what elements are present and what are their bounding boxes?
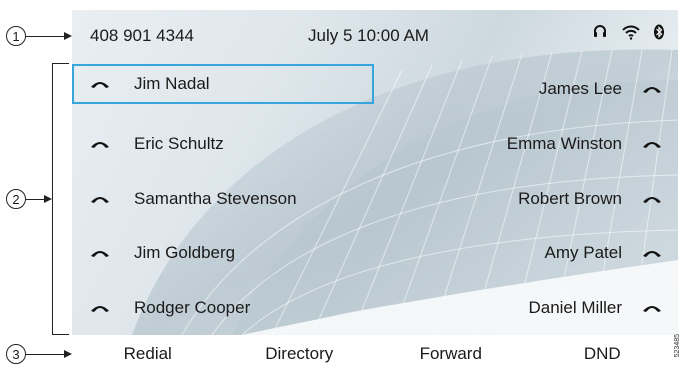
handset-icon: [91, 197, 109, 203]
handset-icon: [643, 197, 661, 203]
callout-number: 1: [6, 26, 26, 46]
line-label: Amy Patel: [544, 243, 622, 262]
handset-icon: [643, 87, 661, 93]
headset-icon: [592, 24, 608, 45]
handset-icon: [643, 142, 661, 148]
phone-screen: 408 901 4344 July 5 10:00 AM Jim Nadal E…: [72, 10, 678, 335]
callout-number: 3: [6, 344, 26, 364]
line-button-left[interactable]: Jim Goldberg: [72, 233, 374, 273]
status-bar: 408 901 4344 July 5 10:00 AM: [72, 10, 678, 58]
handset-icon: [643, 251, 661, 257]
handset-icon: [91, 251, 109, 257]
callout-2: 2: [6, 189, 52, 209]
line-button-right[interactable]: James Lee: [376, 69, 678, 109]
building-wallpaper: [132, 49, 678, 335]
line-label: Robert Brown: [518, 189, 622, 208]
figure-id: 523485: [674, 334, 681, 358]
callout-1: 1: [6, 26, 72, 46]
handset-icon: [91, 82, 109, 88]
handset-icon: [91, 142, 109, 148]
handset-icon: [91, 306, 109, 312]
line-label: Daniel Miller: [528, 298, 622, 317]
line-button-right[interactable]: Emma Winston: [376, 124, 678, 164]
callout-number: 2: [6, 189, 26, 209]
line-label: Jim Goldberg: [134, 243, 236, 262]
softkey-dnd[interactable]: DND: [527, 344, 679, 364]
bracket-lines: [52, 63, 69, 335]
line-button-left[interactable]: Samantha Stevenson: [72, 179, 374, 219]
line-button-left[interactable]: Rodger Cooper: [72, 288, 374, 328]
line-label: Rodger Cooper: [134, 298, 251, 317]
bluetooth-icon: [654, 24, 664, 45]
phone-number: 408 901 4344: [90, 26, 194, 45]
date-time: July 5 10:00 AM: [308, 26, 429, 45]
line-button-left[interactable]: Jim Nadal: [72, 64, 374, 104]
status-icons: [592, 24, 664, 45]
line-label: Jim Nadal: [134, 74, 210, 93]
wifi-icon: [622, 24, 640, 45]
softkey-forward[interactable]: Forward: [375, 344, 527, 364]
callout-3: 3: [6, 344, 72, 364]
line-button-left[interactable]: Eric Schultz: [72, 124, 374, 164]
softkey-directory[interactable]: Directory: [224, 344, 376, 364]
line-button-right[interactable]: Robert Brown: [376, 179, 678, 219]
line-label: Emma Winston: [506, 134, 622, 153]
line-label: James Lee: [538, 79, 622, 98]
line-label: Eric Schultz: [134, 134, 224, 153]
line-button-right[interactable]: Daniel Miller: [376, 288, 678, 328]
softkey-bar: Redial Directory Forward DND: [72, 336, 678, 372]
softkey-redial[interactable]: Redial: [72, 344, 224, 364]
handset-icon: [643, 306, 661, 312]
line-button-right[interactable]: Amy Patel: [376, 233, 678, 273]
line-label: Samantha Stevenson: [134, 189, 297, 208]
